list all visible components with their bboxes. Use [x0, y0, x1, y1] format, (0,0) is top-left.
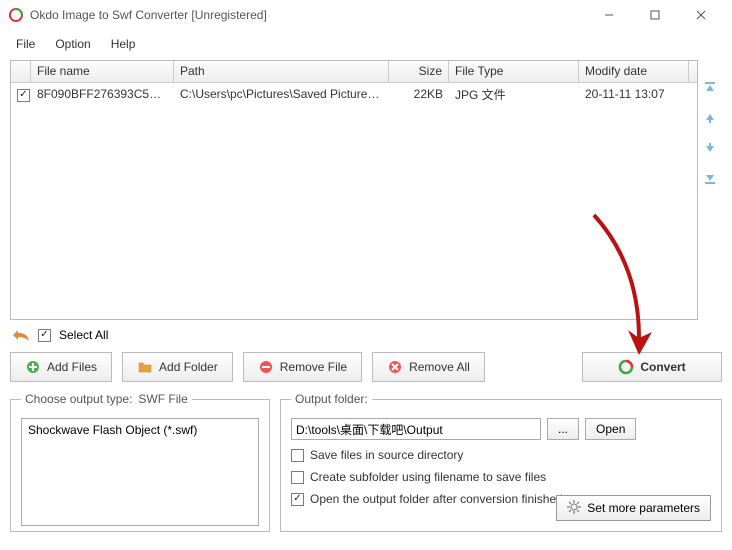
- gear-icon: [567, 500, 581, 517]
- file-table: File name Path Size File Type Modify dat…: [10, 60, 698, 320]
- col-filetype[interactable]: File Type: [449, 61, 579, 82]
- output-folder-input[interactable]: [291, 418, 541, 440]
- open-after-checkbox[interactable]: [291, 493, 304, 506]
- create-subfolder-label: Create subfolder using filename to save …: [310, 470, 546, 484]
- row-checkbox[interactable]: [17, 89, 30, 102]
- button-bar: Add Files Add Folder Remove File Remove …: [10, 352, 722, 382]
- remove-file-button[interactable]: Remove File: [243, 352, 362, 382]
- move-bottom-icon[interactable]: [702, 170, 718, 186]
- move-down-icon[interactable]: [702, 140, 718, 156]
- open-after-label: Open the output folder after conversion …: [310, 492, 563, 506]
- window-title: Okdo Image to Swf Converter [Unregistere…: [30, 8, 586, 22]
- save-source-checkbox[interactable]: [291, 449, 304, 462]
- select-all-label: Select All: [59, 328, 108, 342]
- output-type-list[interactable]: Shockwave Flash Object (*.swf): [21, 418, 259, 526]
- col-size[interactable]: Size: [389, 61, 449, 82]
- select-all-checkbox[interactable]: [38, 329, 51, 342]
- add-files-button[interactable]: Add Files: [10, 352, 112, 382]
- folder-icon: [137, 359, 153, 375]
- set-more-parameters-button[interactable]: Set more parameters: [556, 495, 711, 521]
- cell-path: C:\Users\pc\Pictures\Saved Pictures\...: [174, 84, 389, 104]
- app-icon: [8, 7, 24, 23]
- remove-all-button[interactable]: Remove All: [372, 352, 485, 382]
- add-folder-button[interactable]: Add Folder: [122, 352, 233, 382]
- minimize-button[interactable]: [586, 0, 632, 30]
- menu-bar: File Option Help: [0, 30, 732, 58]
- open-folder-button[interactable]: Open: [585, 418, 636, 440]
- convert-button[interactable]: Convert: [582, 352, 722, 382]
- output-type-item[interactable]: Shockwave Flash Object (*.swf): [28, 423, 252, 437]
- output-folder-legend: Output folder:: [291, 392, 372, 406]
- col-path[interactable]: Path: [174, 61, 389, 82]
- output-type-panel: Choose output type: SWF File Shockwave F…: [10, 392, 270, 532]
- side-toolbar: [702, 80, 718, 186]
- maximize-button[interactable]: [632, 0, 678, 30]
- cancel-icon: [387, 359, 403, 375]
- output-type-legend: Choose output type: SWF File: [21, 392, 192, 406]
- title-bar: Okdo Image to Swf Converter [Unregistere…: [0, 0, 732, 30]
- menu-help[interactable]: Help: [101, 33, 146, 55]
- table-row[interactable]: 8F090BFF276393C5A901... C:\Users\pc\Pict…: [11, 83, 697, 105]
- output-folder-panel: Output folder: ... Open Save files in so…: [280, 392, 722, 532]
- plus-icon: [25, 359, 41, 375]
- save-source-label: Save files in source directory: [310, 448, 463, 462]
- cell-filetype: JPG 文件: [449, 83, 579, 106]
- menu-option[interactable]: Option: [45, 33, 100, 55]
- move-top-icon[interactable]: [702, 80, 718, 96]
- col-modify[interactable]: Modify date: [579, 61, 689, 82]
- move-up-icon[interactable]: [702, 110, 718, 126]
- browse-button[interactable]: ...: [547, 418, 579, 440]
- col-filename[interactable]: File name: [31, 61, 174, 82]
- close-button[interactable]: [678, 0, 724, 30]
- convert-icon: [618, 359, 634, 375]
- undo-icon[interactable]: [12, 326, 30, 344]
- create-subfolder-checkbox[interactable]: [291, 471, 304, 484]
- cell-filename: 8F090BFF276393C5A901...: [31, 84, 174, 104]
- cell-size: 22KB: [389, 84, 449, 104]
- menu-file[interactable]: File: [6, 33, 45, 55]
- select-all-row: Select All: [10, 320, 722, 352]
- cell-modify: 20-11-11 13:07: [579, 84, 689, 104]
- table-header: File name Path Size File Type Modify dat…: [11, 61, 697, 83]
- minus-icon: [258, 359, 274, 375]
